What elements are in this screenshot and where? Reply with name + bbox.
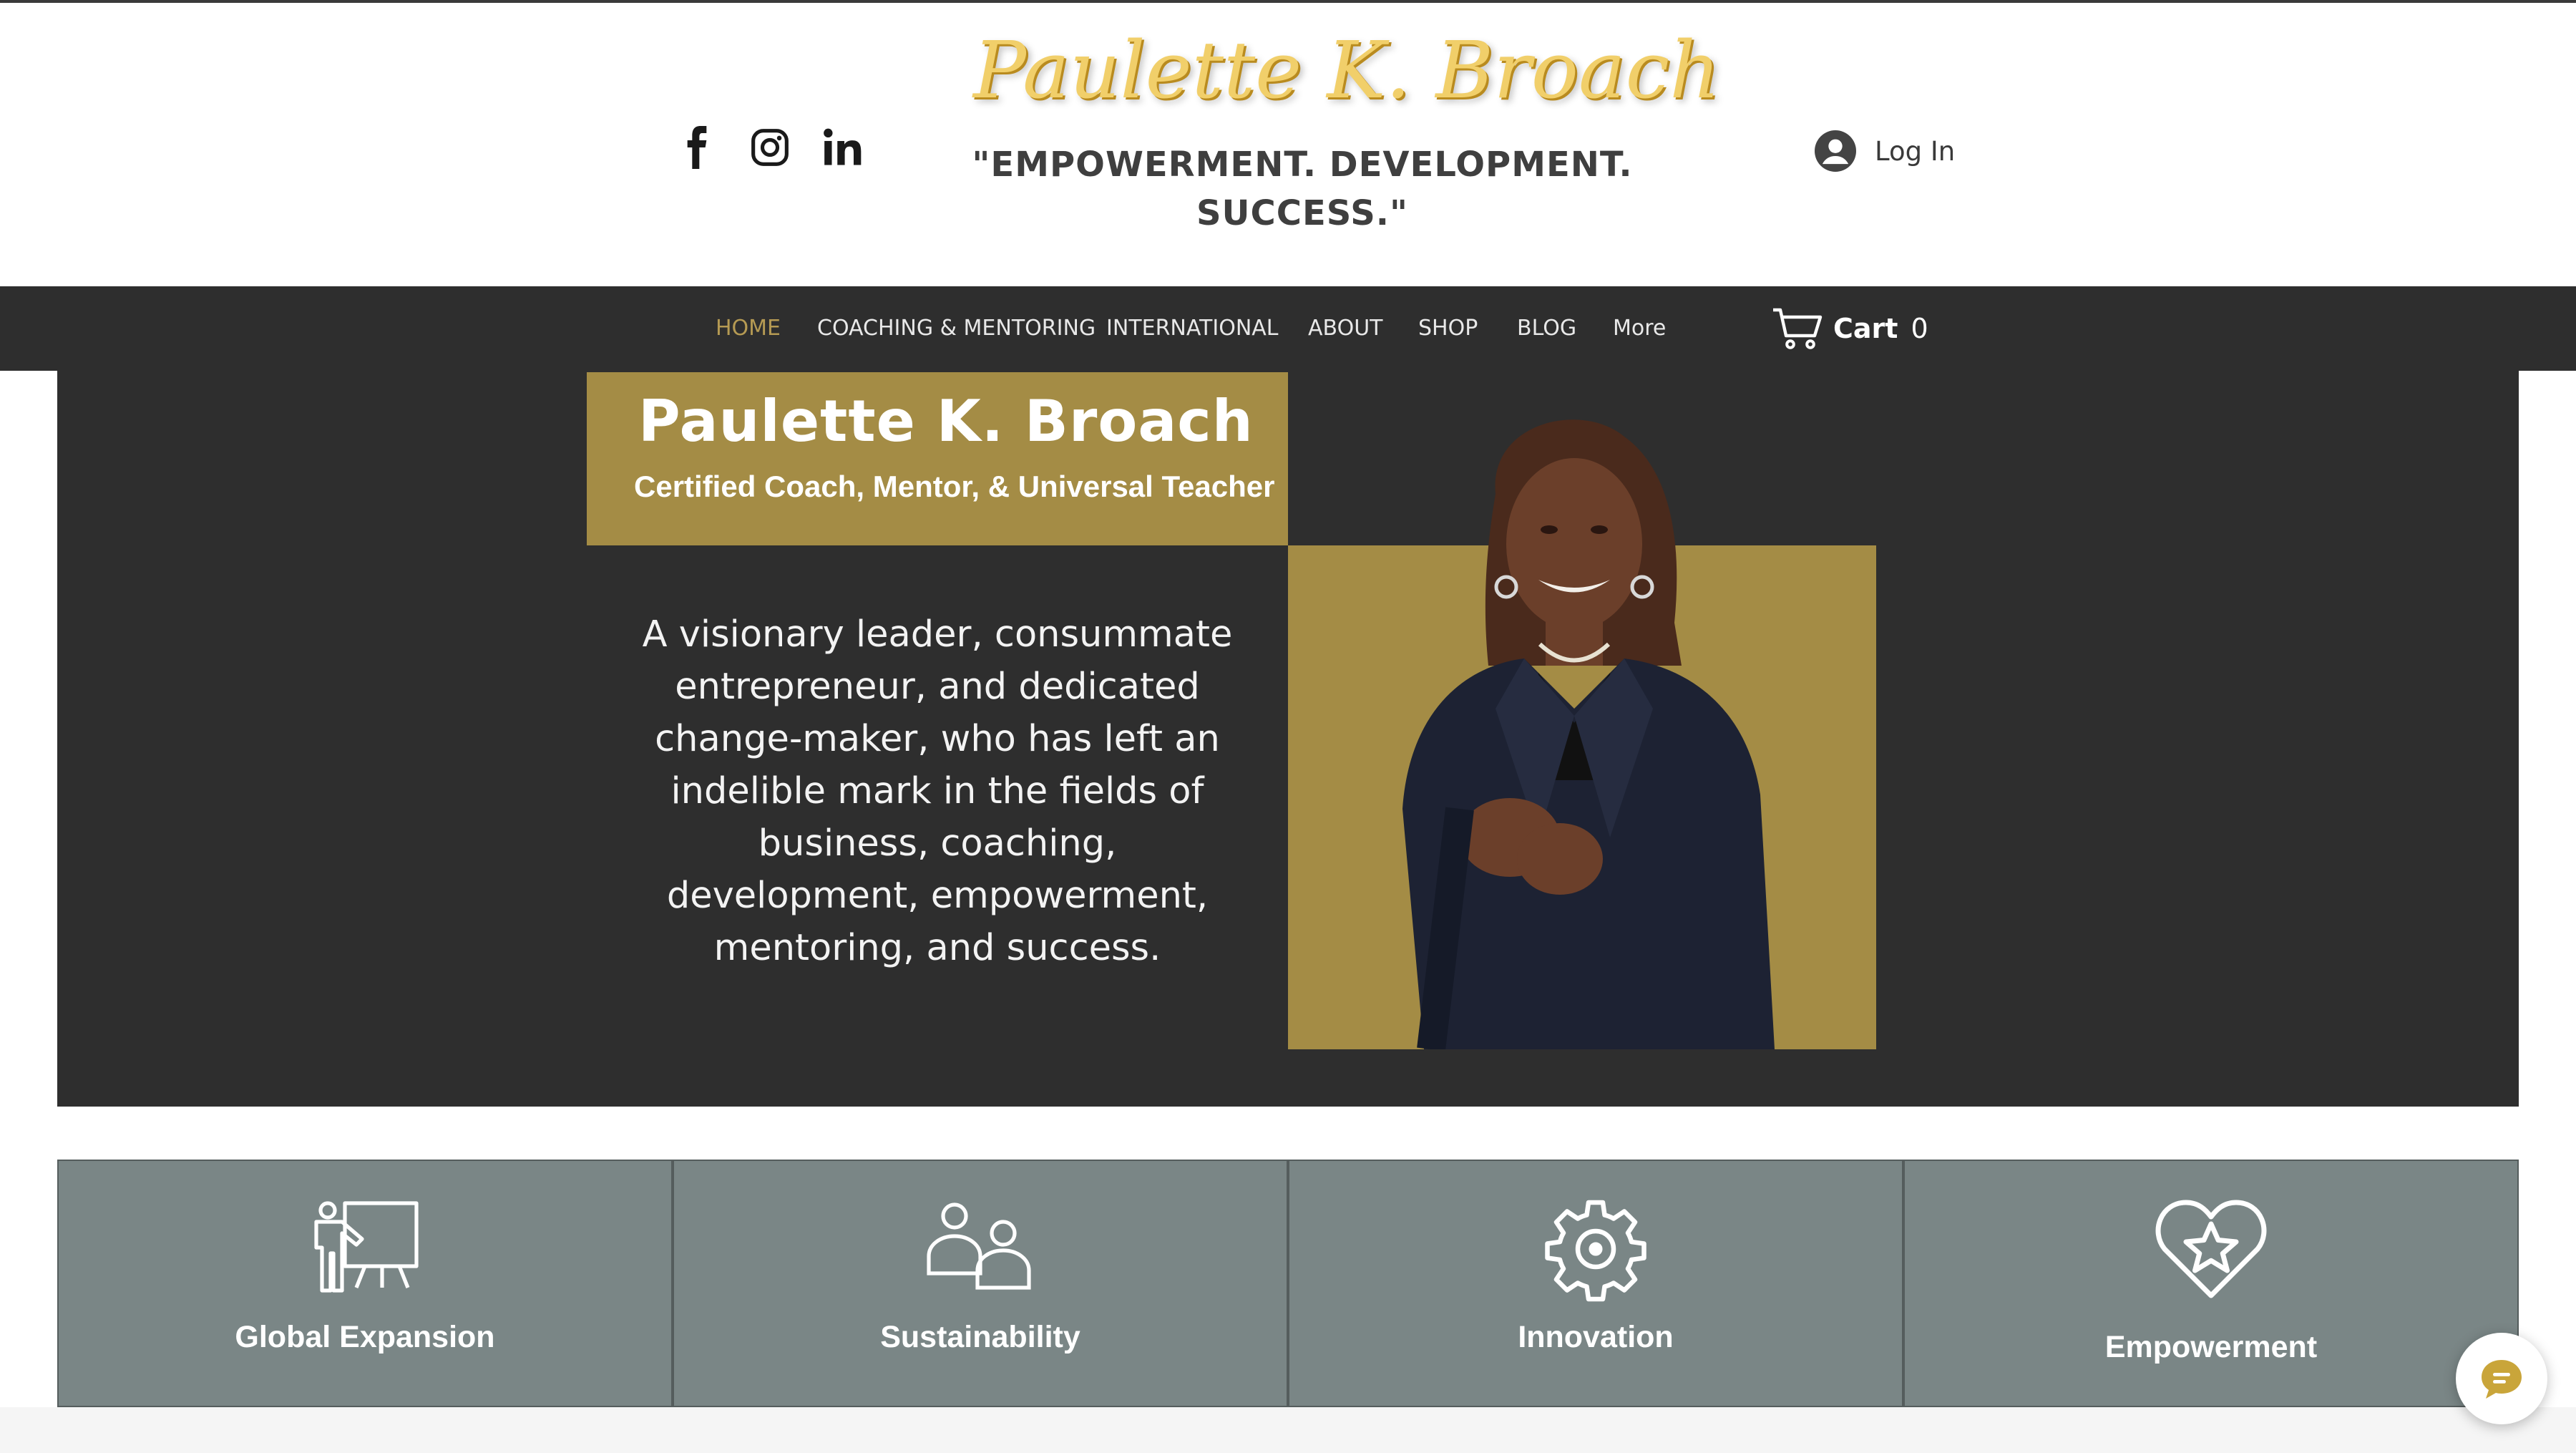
name-banner: Paulette K. Broach Certified Coach, Ment… — [587, 372, 1288, 545]
instagram-icon[interactable] — [746, 123, 794, 172]
feature-label: Innovation — [1518, 1320, 1674, 1354]
cart-count: 0 — [1911, 313, 1928, 344]
gear-icon — [1531, 1195, 1660, 1303]
site-logo[interactable]: Paulette K. Broach — [973, 20, 1720, 120]
linkedin-icon[interactable] — [819, 123, 867, 172]
feature-card-innovation[interactable]: Innovation — [1288, 1160, 1903, 1407]
feature-card-sustainability[interactable]: Sustainability — [673, 1160, 1288, 1407]
chat-bubble-icon — [2482, 1360, 2522, 1399]
facebook-icon[interactable] — [673, 123, 721, 172]
user-avatar-icon — [1815, 130, 1856, 172]
nav-item-more[interactable]: More — [1613, 311, 1666, 346]
tagline: "EMPOWERMENT. DEVELOPMENT. SUCCESS." — [972, 145, 1633, 233]
cart-label: Cart — [1833, 313, 1898, 344]
nav-item-coaching-mentoring[interactable]: COACHING & MENTORING — [817, 311, 1096, 346]
feature-label: Sustainability — [880, 1320, 1080, 1354]
nav-item-about[interactable]: ABOUT — [1308, 311, 1382, 346]
cart-icon — [1773, 308, 1823, 349]
feature-label: Global Expansion — [235, 1320, 495, 1354]
portrait-photo — [1402, 419, 1775, 1049]
page-footer-strip — [0, 1407, 2576, 1453]
hero-subtitle: Certified Coach, Mentor, & Universal Tea… — [634, 470, 1275, 503]
heart-star-icon — [2147, 1195, 2275, 1303]
feature-label: Empowerment — [2104, 1330, 2318, 1364]
main-nav: HOME COACHING & MENTORING INTERNATIONAL … — [0, 286, 2576, 371]
nav-item-blog[interactable]: BLOG — [1517, 311, 1576, 346]
nav-item-international[interactable]: INTERNATIONAL — [1106, 311, 1279, 346]
features-row: Global Expansion Sustainability Innovati… — [57, 1160, 2519, 1407]
cart-button[interactable]: Cart 0 — [1772, 301, 1928, 356]
top-border — [0, 0, 2576, 3]
login-label: Log In — [1875, 135, 1956, 167]
nav-item-shop[interactable]: SHOP — [1418, 311, 1478, 346]
hero-description: A visionary leader, consummate entrepren… — [642, 613, 1233, 969]
hero-name: Paulette K. Broach — [638, 388, 1254, 455]
nav-item-home[interactable]: HOME — [716, 311, 781, 346]
feature-card-empowerment[interactable]: Empowerment — [1903, 1160, 2519, 1407]
people-icon — [916, 1195, 1045, 1303]
presenter-board-icon — [301, 1195, 429, 1303]
chat-button[interactable] — [2456, 1333, 2547, 1424]
login-button[interactable]: Log In — [1815, 130, 1955, 172]
social-bar — [673, 123, 867, 172]
feature-card-global-expansion[interactable]: Global Expansion — [57, 1160, 673, 1407]
